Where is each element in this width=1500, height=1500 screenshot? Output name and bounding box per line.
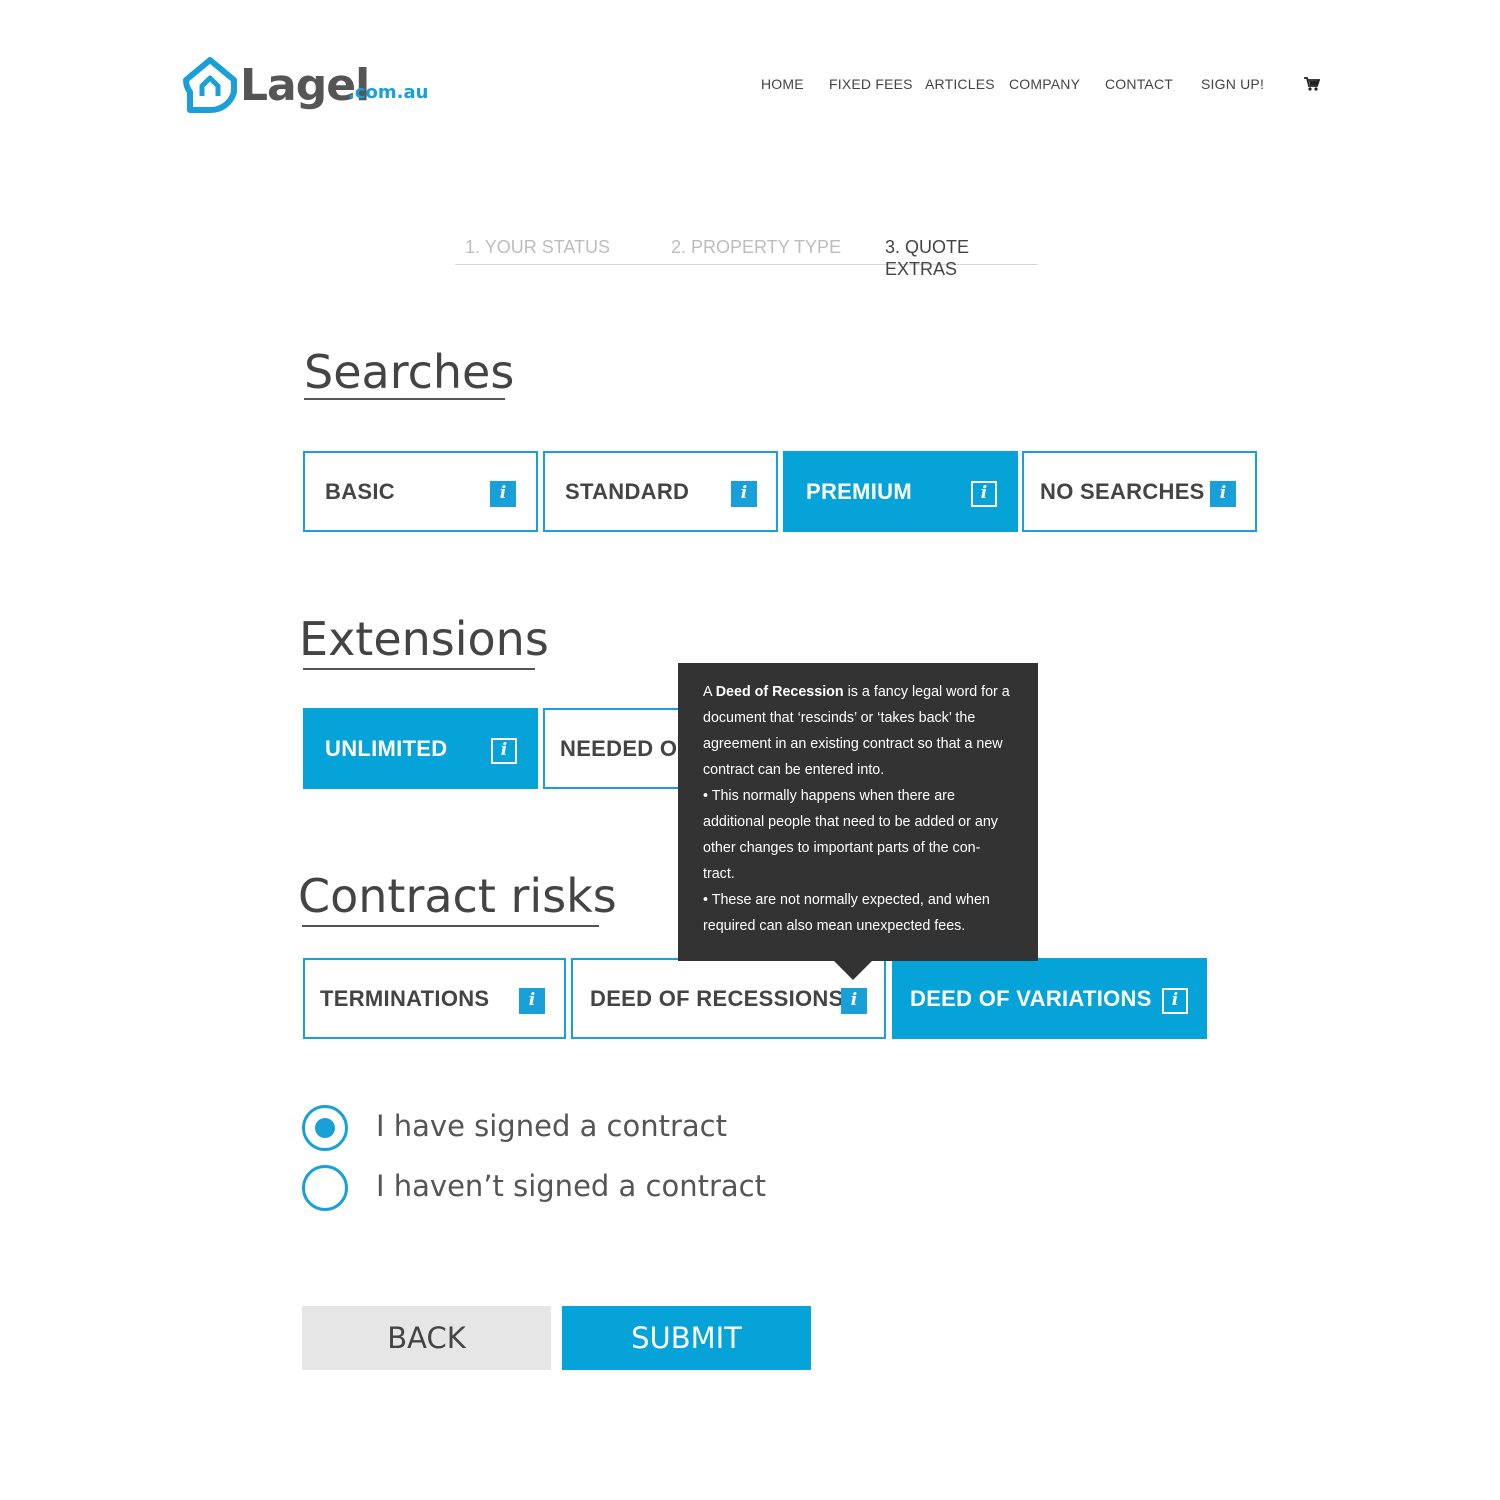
info-icon[interactable]: i [731,481,757,507]
tooltip-line: contract can be entered into. [703,762,885,778]
info-icon[interactable]: i [1210,481,1236,507]
info-icon[interactable]: i [490,481,516,507]
step-your-status[interactable]: 1. YOUR STATUS [465,236,610,258]
tooltip-line: document that ‘rescinds’ or ‘takes back’… [703,710,976,726]
option-label: TERMINATIONS [320,986,490,1011]
tooltip-term: Deed of Recession [715,684,844,700]
radio-label-not-signed[interactable]: I haven’t signed a contract [376,1166,766,1206]
tooltip-text: A [703,684,716,700]
logo-domain: .com.au [348,82,429,103]
info-icon[interactable]: i [519,988,545,1014]
section-underline [303,668,535,670]
tooltip-line: required can also mean unexpected fees. [703,918,966,934]
tooltip-arrow [834,961,872,980]
tooltip-line: other changes to important parts of the … [703,840,981,856]
option-label: STANDARD [565,479,690,504]
option-label: NEEDED ON [560,736,694,761]
section-underline [304,398,505,400]
progress-steps: 1. YOUR STATUS 2. PROPERTY TYPE 3. QUOTE… [455,236,1038,279]
section-title-searches: Searches [304,345,515,399]
tooltip-line: additional people that need to be added … [703,814,998,830]
tooltip-line: A Deed of Recession is a fancy legal wor… [703,679,1020,705]
back-button[interactable]: BACK [302,1306,551,1370]
option-label: DEED OF RECESSIONS [590,986,844,1011]
nav-sign-up[interactable]: SIGN UP! [1201,74,1264,94]
option-label: BASIC [325,479,395,504]
house-logo-icon [183,57,237,113]
tooltip-line: • These are not normally expected, and w… [703,892,990,908]
info-icon[interactable]: i [971,481,997,507]
section-title-contract-risks: Contract risks [298,869,617,923]
radio-not-signed-contract[interactable] [302,1165,348,1211]
tooltip-line: tract. [703,866,735,882]
nav-company[interactable]: COMPANY [1009,74,1080,94]
risk-option-terminations[interactable]: TERMINATIONS i [303,958,566,1039]
section-title-extensions: Extensions [299,612,549,666]
search-option-premium[interactable]: PREMIUM i [783,451,1018,532]
nav-fixed-fees[interactable]: FIXED FEES [829,74,913,94]
option-label: UNLIMITED [325,736,448,761]
option-label: PREMIUM [806,479,912,504]
option-label: DEED OF VARIATIONS [910,986,1152,1011]
nav-home[interactable]: HOME [761,74,804,94]
radio-signed-contract[interactable] [302,1105,348,1151]
step-property-type[interactable]: 2. PROPERTY TYPE [671,236,841,258]
search-option-standard[interactable]: STANDARD i [543,451,778,532]
tooltip-text: is a fancy legal word for a [843,684,1010,700]
radio-label-signed[interactable]: I have signed a contract [376,1106,727,1146]
search-option-basic[interactable]: BASIC i [303,451,538,532]
info-icon[interactable]: i [1162,988,1188,1014]
search-option-no-searches[interactable]: NO SEARCHES i [1022,451,1257,532]
shopping-cart-icon[interactable] [1304,76,1320,92]
nav-contact[interactable]: CONTACT [1105,74,1173,94]
radio-selected-dot [315,1118,335,1138]
info-icon[interactable]: i [841,988,867,1014]
tooltip-line: • This normally happens when there are [703,788,955,804]
nav-articles[interactable]: ARTICLES [925,74,995,94]
logo[interactable]: Lagel .com.au [180,56,428,114]
submit-button[interactable]: SUBMIT [562,1306,811,1370]
option-label: NO SEARCHES [1040,479,1205,504]
info-tooltip: A Deed of Recession is a fancy legal wor… [678,663,1038,961]
section-underline [302,925,599,927]
tooltip-line: agreement in an existing contract so tha… [703,736,1003,752]
step-quote-extras[interactable]: 3. QUOTE EXTRAS [885,236,1038,280]
risk-option-deed-of-variations[interactable]: DEED OF VARIATIONS i [892,958,1207,1039]
extension-option-unlimited[interactable]: UNLIMITED i [303,708,538,789]
info-icon[interactable]: i [491,738,517,764]
